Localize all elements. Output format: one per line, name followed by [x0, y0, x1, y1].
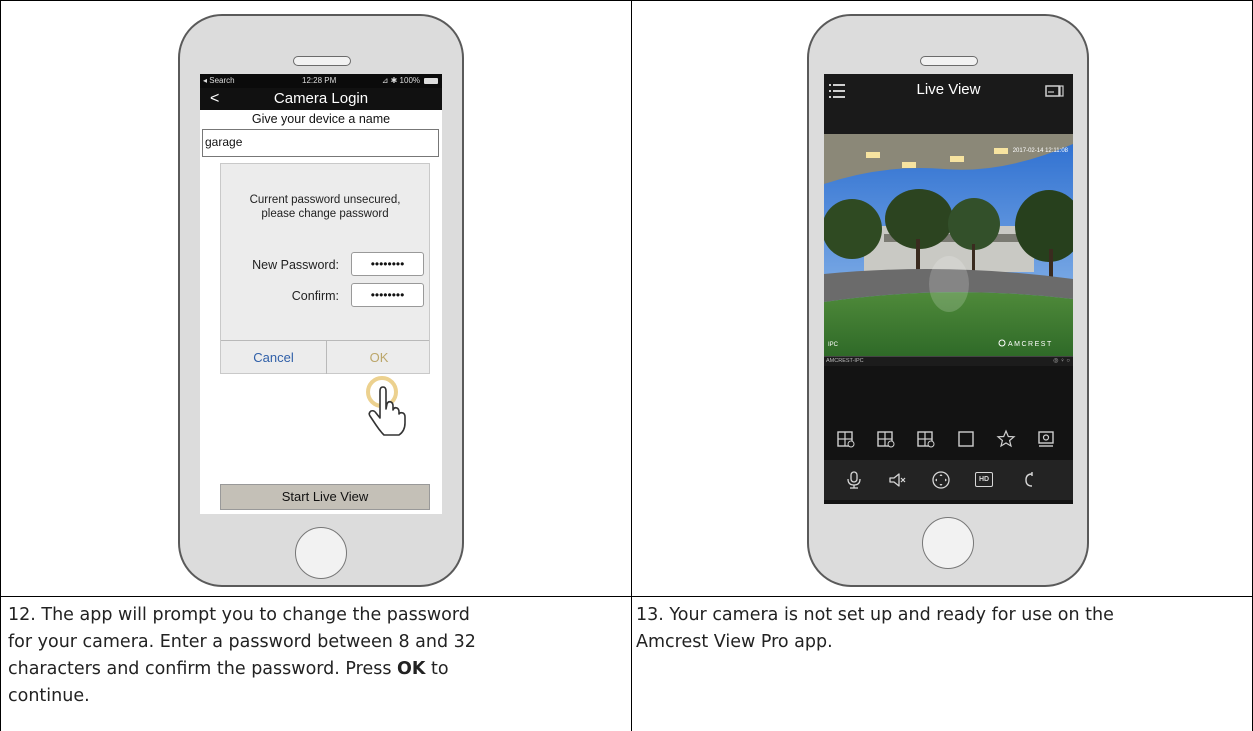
- status-bar: ◂ Search 12:28 PM ⊿ ✱ 100%: [200, 74, 442, 88]
- caption-12-line3-suffix: to: [425, 659, 449, 679]
- caption-12-line1: 12. The app will prompt you to change th…: [8, 605, 470, 625]
- caption-13-line1: 13. Your camera is not set up and ready …: [636, 605, 1114, 625]
- ptz-control-icon[interactable]: [931, 470, 951, 490]
- device-name-label: AMCREST-IPC: [826, 358, 864, 364]
- playback-icon[interactable]: [1020, 470, 1040, 490]
- live-view-header: Live View: [824, 74, 1073, 134]
- single-view-icon[interactable]: [956, 429, 976, 449]
- live-view-title: Live View: [916, 81, 981, 98]
- status-battery: ⊿ ✱ 100%: [381, 76, 420, 85]
- favorite-star-icon[interactable]: [996, 429, 1016, 449]
- caption-12-ok-emphasis: OK: [397, 659, 426, 679]
- new-password-label: New Password:: [252, 258, 339, 272]
- device-status-icons: ◎ ♀ ○: [1053, 358, 1070, 364]
- phone-frame-left: ◂ Search 12:28 PM ⊿ ✱ 100% < Camera Logi…: [178, 14, 464, 587]
- camera-video-feed[interactable]: 2017-02-14 12:11:08 IPC AMCREST: [824, 134, 1073, 356]
- instruction-table: ◂ Search 12:28 PM ⊿ ✱ 100% < Camera Logi…: [0, 0, 1253, 731]
- ok-button[interactable]: OK: [327, 341, 431, 375]
- phone-screen-right: Live View 2017-02-14 12:11:08 IPC AMCRES…: [824, 74, 1073, 504]
- phone-screen-left: ◂ Search 12:28 PM ⊿ ✱ 100% < Camera Logi…: [200, 74, 442, 514]
- nav-title: Camera Login: [273, 90, 369, 107]
- dialog-message-line1: Current password unsecured,: [249, 194, 401, 206]
- confirm-password-input[interactable]: ••••••••: [351, 283, 424, 307]
- name-prompt: Give your device a name: [251, 112, 391, 126]
- phone-frame-right: Live View 2017-02-14 12:11:08 IPC AMCRES…: [807, 14, 1089, 587]
- table-border-top: [0, 0, 1253, 1]
- snapshot-icon[interactable]: [1036, 429, 1056, 449]
- microphone-icon[interactable]: [844, 470, 864, 490]
- layout-1-icon[interactable]: [836, 429, 856, 449]
- bottom-action-bar: HD: [824, 460, 1073, 500]
- caption-12-line3: characters and confirm the password. Pre…: [8, 656, 628, 683]
- table-border-left: [0, 0, 1, 731]
- layout-2-icon[interactable]: [876, 429, 896, 449]
- status-carrier: ◂ Search: [203, 76, 235, 85]
- caption-13-line2: Amcrest View Pro app.: [636, 632, 833, 652]
- confirm-label: Confirm:: [291, 289, 339, 303]
- device-info-strip: AMCREST-IPC ◎ ♀ ○: [824, 356, 1073, 366]
- status-time: 12:28 PM: [302, 76, 337, 85]
- hd-quality-button[interactable]: HD: [975, 472, 993, 487]
- table-column-divider: [631, 0, 632, 731]
- caption-12-line2: for your camera. Enter a password betwee…: [8, 632, 476, 652]
- new-password-input[interactable]: ••••••••: [351, 252, 424, 276]
- camera-scene-image: 2017-02-14 12:11:08 IPC AMCREST: [824, 134, 1073, 356]
- home-button[interactable]: [295, 527, 347, 579]
- nav-bar: < Camera Login: [200, 88, 442, 110]
- device-name-field[interactable]: garage: [202, 129, 439, 157]
- dialog-message-line2: please change password: [261, 208, 389, 220]
- channel-label: IPC: [828, 342, 839, 348]
- caption-step-13: 13. Your camera is not set up and ready …: [636, 602, 1248, 656]
- layout-3-icon[interactable]: [916, 429, 936, 449]
- caption-12-line3-text: characters and confirm the password. Pre…: [8, 659, 398, 679]
- speaker-grille: [293, 56, 351, 66]
- pointing-hand-icon: [368, 386, 406, 436]
- back-arrow-icon[interactable]: <: [210, 88, 219, 110]
- brand-watermark: AMCREST: [1008, 341, 1053, 348]
- caption-step-12: 12. The app will prompt you to change th…: [8, 602, 628, 710]
- battery-icon: [424, 78, 438, 84]
- speaker-grille: [920, 56, 978, 66]
- video-timestamp: 2017-02-14 12:11:08: [1013, 148, 1069, 154]
- caption-12-line4: continue.: [8, 686, 90, 706]
- table-row-divider: [0, 596, 1253, 597]
- device-list-icon[interactable]: [1045, 83, 1065, 99]
- change-password-dialog: Current password unsecured, please chang…: [220, 163, 430, 374]
- start-live-view-button[interactable]: Start Live View: [220, 484, 430, 510]
- cancel-button[interactable]: Cancel: [221, 341, 326, 375]
- speaker-mute-icon[interactable]: [887, 470, 907, 490]
- home-button[interactable]: [922, 517, 974, 569]
- live-view-controls: AMCREST-IPC ◎ ♀ ○ HD: [824, 356, 1073, 500]
- hd-label: HD: [978, 476, 990, 483]
